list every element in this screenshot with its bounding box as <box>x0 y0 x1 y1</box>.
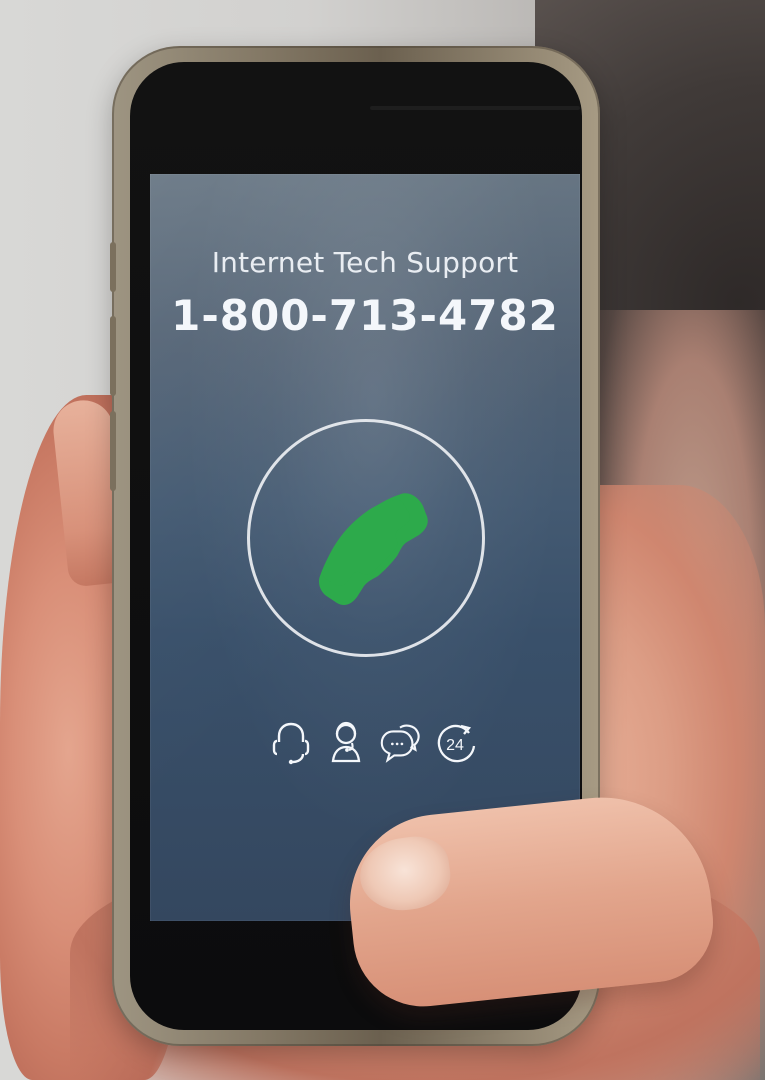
24-hour-icon: 24 <box>432 718 478 766</box>
phone-side-button <box>110 411 116 491</box>
call-button-circle[interactable] <box>247 419 485 657</box>
svg-text:24: 24 <box>446 737 464 754</box>
phone-side-button <box>110 316 116 396</box>
support-icons-row: 24 <box>268 709 478 774</box>
phone-icon[interactable] <box>299 471 435 607</box>
support-label: Internet Tech Support <box>211 246 519 279</box>
headset-icon <box>268 718 314 766</box>
phone-top-sensor <box>370 106 580 110</box>
phone-side-button <box>110 242 116 292</box>
chat-icon <box>377 718 423 766</box>
phone-number[interactable]: 1-800-713-4782 <box>150 291 580 340</box>
support-agent-icon <box>323 718 369 766</box>
